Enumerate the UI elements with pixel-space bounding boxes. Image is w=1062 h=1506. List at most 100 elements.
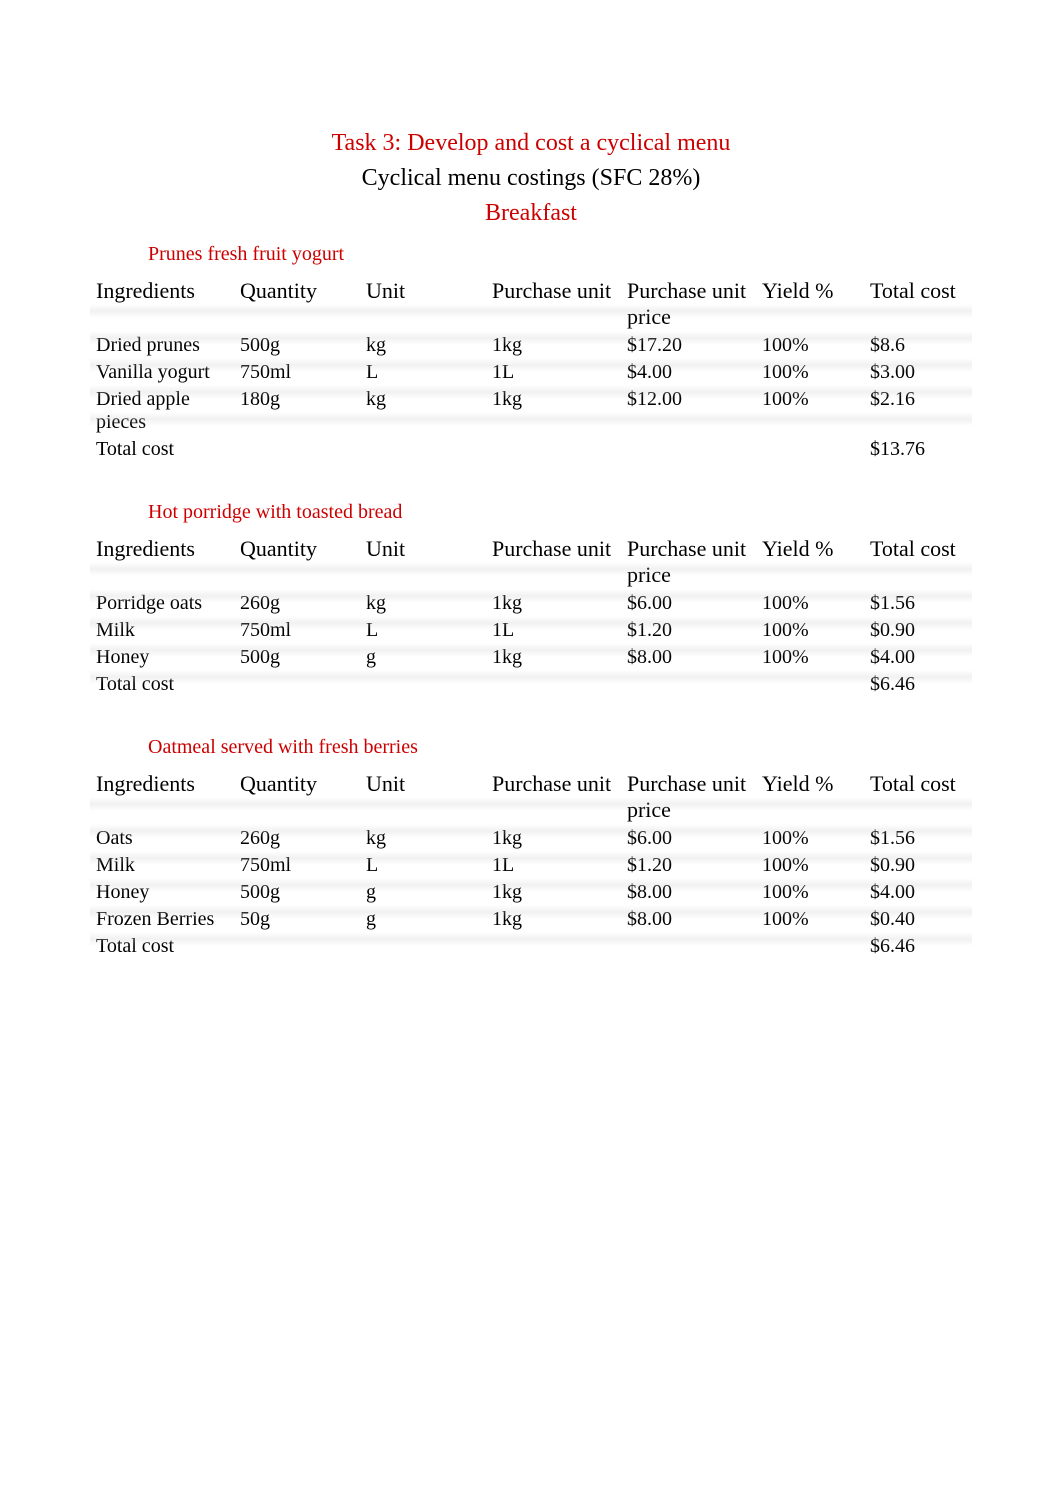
total-cost-row: Total cost$6.46 [90,933,972,960]
cell-yield_pct: 100% [756,825,864,852]
cell-total_cost: $0.90 [864,852,972,879]
cell-ingredient: Milk [90,617,234,644]
total-cost-label: Total cost [90,436,234,463]
total-cost-value: $6.46 [864,933,972,960]
col-header-unit: Unit [360,276,486,332]
cell-purchase_unit_price: $12.00 [621,386,756,436]
empty-cell [234,933,360,960]
cell-yield_pct: 100% [756,590,864,617]
cell-purchase_unit: 1kg [486,879,621,906]
cell-unit: kg [360,825,486,852]
empty-cell [234,671,360,698]
cell-purchase_unit: 1kg [486,906,621,933]
cell-ingredient: Dried prunes [90,332,234,359]
table-row: Honey500gg1kg$8.00100%$4.00 [90,879,972,906]
cell-unit: L [360,359,486,386]
cell-unit: L [360,852,486,879]
table-header-row: IngredientsQuantityUnitPurchase unitPurc… [90,276,972,332]
empty-cell [756,436,864,463]
empty-cell [360,671,486,698]
cell-unit: kg [360,590,486,617]
table-header-row: IngredientsQuantityUnitPurchase unitPurc… [90,534,972,590]
col-header-quantity: Quantity [234,769,360,825]
cell-quantity: 180g [234,386,360,436]
cell-unit: kg [360,386,486,436]
empty-cell [756,671,864,698]
table-row: Porridge oats260gkg1kg$6.00100%$1.56 [90,590,972,617]
cell-quantity: 750ml [234,359,360,386]
costing-table: IngredientsQuantityUnitPurchase unitPurc… [90,769,972,960]
recipe-block: Oatmeal served with fresh berries Ingredi… [90,736,972,960]
recipe-title: Oatmeal served with fresh berries [148,736,972,759]
cell-purchase_unit_price: $8.00 [621,906,756,933]
cell-yield_pct: 100% [756,852,864,879]
empty-cell [234,436,360,463]
table-header-row: IngredientsQuantityUnitPurchase unitPurc… [90,769,972,825]
col-header-purchase_unit: Purchase unit [486,276,621,332]
cell-yield_pct: 100% [756,879,864,906]
cell-yield_pct: 100% [756,617,864,644]
total-cost-label: Total cost [90,671,234,698]
cell-quantity: 500g [234,332,360,359]
section-heading-breakfast: Breakfast [90,200,972,227]
col-header-total_cost: Total cost [864,534,972,590]
cell-purchase_unit_price: $4.00 [621,359,756,386]
document-page: Task 3: Develop and cost a cyclical menu… [0,0,1062,1058]
col-header-ingredients: Ingredients [90,534,234,590]
cell-purchase_unit: 1kg [486,825,621,852]
empty-cell [486,933,621,960]
cell-quantity: 260g [234,590,360,617]
cell-purchase_unit: 1kg [486,644,621,671]
col-header-yield_pct: Yield % [756,534,864,590]
cell-purchase_unit_price: $17.20 [621,332,756,359]
cell-ingredient: Dried apple pieces [90,386,234,436]
col-header-quantity: Quantity [234,276,360,332]
cell-purchase_unit_price: $8.00 [621,879,756,906]
total-cost-row: Total cost $13.76 [90,436,972,463]
table-row: Milk750mlL1L$1.20100%$0.90 [90,617,972,644]
empty-cell [756,933,864,960]
table-row: Honey500gg1kg$8.00100%$4.00 [90,644,972,671]
cell-total_cost: $1.56 [864,590,972,617]
cell-ingredient: Honey [90,879,234,906]
empty-cell [486,671,621,698]
cell-total_cost: $4.00 [864,644,972,671]
cell-total_cost: $2.16 [864,386,972,436]
empty-cell [621,671,756,698]
cell-total_cost: $8.6 [864,332,972,359]
cell-total_cost: $0.40 [864,906,972,933]
col-header-total_cost: Total cost [864,769,972,825]
cell-unit: g [360,644,486,671]
table-row: Milk750mlL1L$1.20100%$0.90 [90,852,972,879]
cell-yield_pct: 100% [756,359,864,386]
cell-purchase_unit_price: $8.00 [621,644,756,671]
cell-ingredient: Porridge oats [90,590,234,617]
cell-unit: g [360,906,486,933]
cell-yield_pct: 100% [756,906,864,933]
col-header-ingredients: Ingredients [90,769,234,825]
table-wrapper: IngredientsQuantityUnitPurchase unitPurc… [90,534,972,698]
cell-purchase_unit: 1kg [486,590,621,617]
table-row: Oats260gkg1kg$6.00100%$1.56 [90,825,972,852]
cell-purchase_unit: 1L [486,852,621,879]
col-header-purchase_unit: Purchase unit [486,769,621,825]
cell-purchase_unit: 1kg [486,332,621,359]
table-row: Dried apple pieces180gkg1kg$12.00100%$2.… [90,386,972,436]
cell-quantity: 260g [234,825,360,852]
col-header-yield_pct: Yield % [756,276,864,332]
cell-quantity: 500g [234,879,360,906]
cell-purchase_unit_price: $1.20 [621,852,756,879]
cell-quantity: 500g [234,644,360,671]
empty-cell [486,436,621,463]
recipe-title: Prunes fresh fruit yogurt [148,243,972,266]
table-row: Dried prunes500gkg1kg$17.20100%$8.6 [90,332,972,359]
cell-purchase_unit_price: $1.20 [621,617,756,644]
table-wrapper: IngredientsQuantityUnitPurchase unitPurc… [90,769,972,960]
total-cost-value: $13.76 [864,436,972,463]
empty-cell [621,436,756,463]
col-header-total_cost: Total cost [864,276,972,332]
recipe-title: Hot porridge with toasted bread [148,501,972,524]
col-header-unit: Unit [360,769,486,825]
empty-cell [621,933,756,960]
cell-unit: kg [360,332,486,359]
